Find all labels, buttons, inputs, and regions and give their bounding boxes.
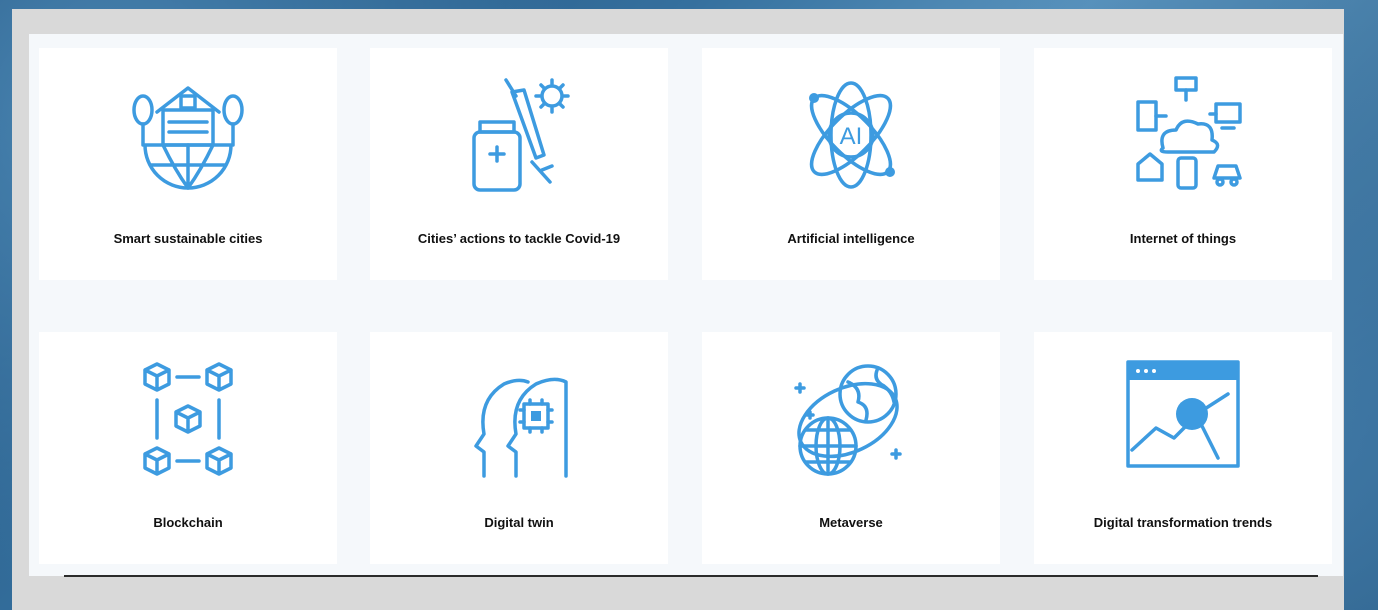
trends-search-icon	[1034, 354, 1332, 484]
card-label: Digital twin	[484, 515, 554, 530]
blockchain-icon	[39, 354, 337, 484]
card-label: Artificial intelligence	[787, 231, 915, 246]
bottom-divider	[64, 575, 1318, 577]
iot-cloud-icon	[1034, 70, 1332, 200]
card-label: Digital transformation trends	[1093, 515, 1273, 530]
card-smart-sustainable-cities[interactable]: Smart sustainable cities	[39, 48, 337, 280]
card-label: Smart sustainable cities	[113, 231, 263, 246]
card-metaverse[interactable]: Metaverse	[702, 332, 1000, 564]
digital-twin-icon	[370, 354, 668, 484]
vaccine-icon	[370, 70, 668, 200]
card-digital-transformation-trends[interactable]: Digital transformation trends	[1034, 332, 1332, 564]
smart-city-icon	[39, 70, 337, 200]
svg-text:AI: AI	[840, 123, 863, 150]
card-internet-of-things[interactable]: Internet of things	[1034, 48, 1332, 280]
card-label: Blockchain	[153, 515, 223, 530]
card-label: Internet of things	[1129, 231, 1237, 246]
card-label: Cities’ actions to tackle Covid-19	[417, 231, 621, 246]
card-artificial-intelligence[interactable]: AI Artificial intelligence	[702, 48, 1000, 280]
ai-atom-icon: AI	[702, 70, 1000, 200]
card-blockchain[interactable]: Blockchain	[39, 332, 337, 564]
card-label: Metaverse	[819, 515, 883, 530]
card-covid-actions[interactable]: Cities’ actions to tackle Covid-19	[370, 48, 668, 280]
card-digital-twin[interactable]: Digital twin	[370, 332, 668, 564]
metaverse-globes-icon	[702, 354, 1000, 484]
